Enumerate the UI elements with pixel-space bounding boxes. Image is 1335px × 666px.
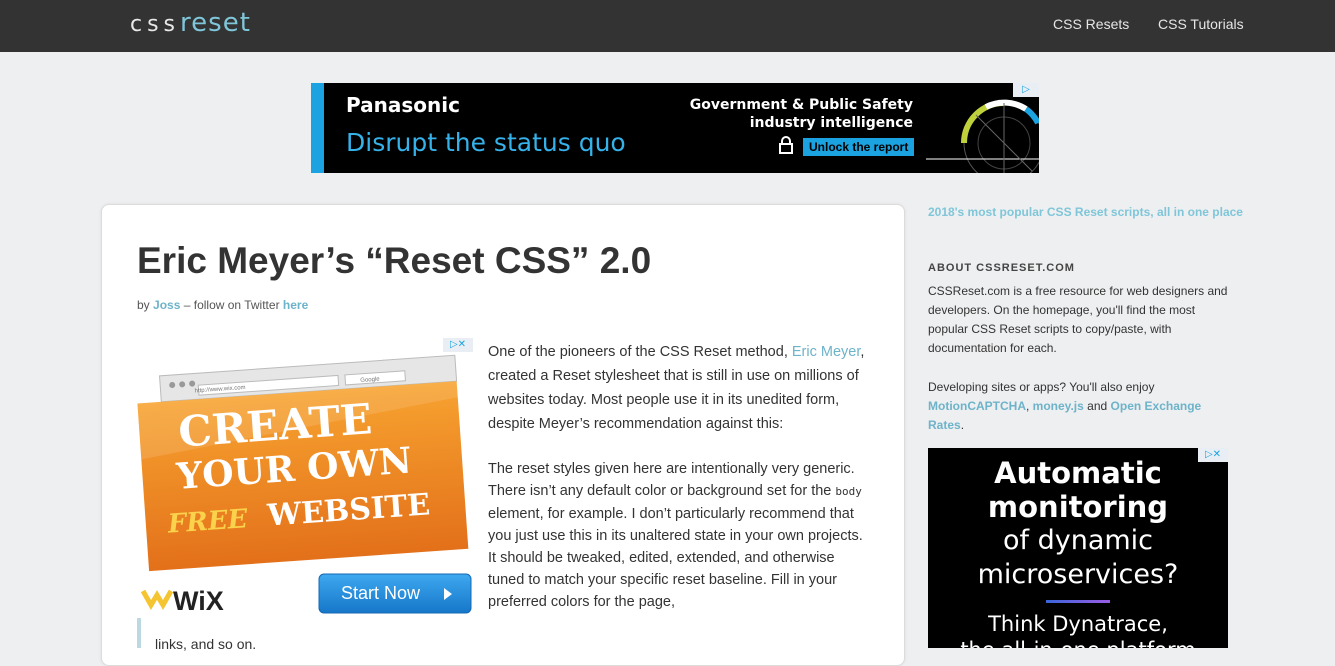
ad-tagline: Disrupt the status quo bbox=[346, 128, 626, 157]
about-paragraph-1: CSSReset.com is a free resource for web … bbox=[928, 284, 1228, 355]
lock-icon bbox=[779, 136, 793, 154]
article-title: Eric Meyer’s “Reset CSS” 2.0 bbox=[137, 240, 652, 281]
dyna-divider bbox=[1046, 600, 1110, 603]
wix-ad[interactable]: http://www.wix.com Google CREATE YOUR OW… bbox=[137, 338, 473, 618]
ad-description: Government & Public Safety industry inte… bbox=[690, 96, 913, 132]
p1-text-a: One of the pioneers of the CSS Reset met… bbox=[488, 344, 788, 360]
author-link[interactable]: Joss bbox=[153, 298, 180, 312]
wix-ad-graphic: http://www.wix.com Google CREATE YOUR OW… bbox=[137, 338, 473, 618]
p2-text-b: element, for example. I don’t particular… bbox=[488, 506, 863, 610]
dyna-adchoices-icon[interactable]: ▷✕ bbox=[1198, 448, 1228, 462]
wix-brand: WiX bbox=[173, 586, 224, 616]
site-logo[interactable]: cssreset bbox=[130, 8, 251, 38]
motioncaptcha-link[interactable]: MotionCAPTCHA bbox=[928, 399, 1026, 413]
article-body: One of the pioneers of the CSS Reset met… bbox=[488, 340, 868, 613]
quote-tail-text: links, and so on. bbox=[155, 636, 257, 652]
dyna-headline: Automatic monitoring bbox=[928, 456, 1228, 524]
top-nav-bar: cssreset CSS Resets CSS Tutorials bbox=[0, 0, 1335, 52]
sidebar-headline-link[interactable]: 2018's most popular CSS Reset scripts, a… bbox=[928, 205, 1243, 219]
dynatrace-ad[interactable]: Automatic monitoring of dynamic microser… bbox=[928, 448, 1228, 648]
body-code: body bbox=[835, 485, 862, 498]
nav-link-css-tutorials[interactable]: CSS Tutorials bbox=[1158, 16, 1244, 32]
about-paragraph-2: Developing sites or apps? You'll also en… bbox=[928, 378, 1233, 435]
dyna-line-5: Think Dynatrace, bbox=[988, 612, 1168, 636]
byline-follow: – follow on Twitter bbox=[183, 298, 280, 312]
byline-prefix: by bbox=[137, 298, 150, 312]
twitter-link[interactable]: here bbox=[283, 298, 308, 312]
dyna-footer: Think Dynatrace, the all-in-one platform bbox=[928, 611, 1228, 648]
sep-comma: , bbox=[1025, 399, 1030, 413]
logo-text-css: css bbox=[130, 12, 181, 37]
about-heading: ABOUT CSSRESET.COM bbox=[928, 262, 1075, 274]
wix-line-free: FREE bbox=[166, 504, 250, 540]
about-text: CSSReset.com is a free resource for web … bbox=[928, 282, 1233, 435]
article-paragraph-2: The reset styles given here are intentio… bbox=[488, 458, 868, 613]
period-text: . bbox=[960, 418, 965, 432]
ad-line-1: Government & Public Safety bbox=[689, 97, 913, 113]
dyna-line-2: monitoring bbox=[987, 490, 1169, 524]
p2-text-a: The reset styles given here are intentio… bbox=[488, 461, 855, 499]
dyna-line-3: of dynamic bbox=[1002, 525, 1154, 556]
dyna-line-6: the all-in-one platform bbox=[928, 637, 1228, 648]
article-paragraph-1: One of the pioneers of the CSS Reset met… bbox=[488, 340, 868, 436]
eric-meyer-link[interactable]: Eric Meyer bbox=[792, 344, 861, 360]
dyna-line-4: microservices? bbox=[977, 559, 1179, 590]
and-text: and bbox=[1087, 399, 1108, 413]
ad-line-2: industry intelligence bbox=[749, 115, 913, 131]
top-banner-ad[interactable]: Panasonic Disrupt the status quo Governm… bbox=[311, 83, 1039, 173]
ad-accent-stripe bbox=[311, 83, 324, 173]
logo-text-reset: reset bbox=[180, 8, 251, 38]
nav-link-css-resets[interactable]: CSS Resets bbox=[1053, 16, 1129, 32]
unlock-report-button[interactable]: Unlock the report bbox=[803, 138, 915, 156]
moneyjs-link[interactable]: money.js bbox=[1033, 399, 1084, 413]
dyna-line-1: Automatic bbox=[994, 456, 1162, 490]
byline: by Joss – follow on Twitter here bbox=[137, 298, 308, 312]
adchoices-icon[interactable]: ▷ bbox=[1013, 83, 1039, 97]
about-p2-text: Developing sites or apps? You'll also en… bbox=[928, 380, 1155, 394]
wix-adchoices-icon[interactable]: ▷✕ bbox=[443, 338, 473, 352]
start-now-button: Start Now bbox=[341, 583, 421, 603]
ad-brand: Panasonic bbox=[346, 93, 460, 117]
dyna-subhead: of dynamic microservices? bbox=[928, 524, 1228, 592]
